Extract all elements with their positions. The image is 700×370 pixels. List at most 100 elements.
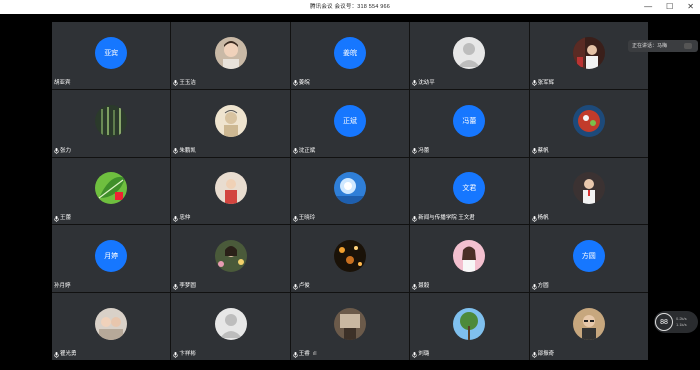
participant-tile[interactable]: 正斌沈正斌 xyxy=(290,89,410,157)
microphone-icon xyxy=(173,148,179,155)
participant-name-row: 王晓玲 xyxy=(292,215,316,222)
participant-name-row: 刘璐 xyxy=(412,351,429,358)
participant-tile[interactable]: 张军辉 xyxy=(529,22,648,89)
microphone-icon xyxy=(173,80,179,87)
participant-name-row: 李梦圆 xyxy=(173,283,196,290)
signal-icon: ıll xyxy=(312,351,317,357)
participant-grid: 亚宾 胡亚宾 王玉洁 姜皖 姜皖 沈幼平 张军辉 张力 朱鹏凯 正斌 沈正斌 冯蕾 冯蕾 蔡帆 王蕾 忠仲 王晓… xyxy=(52,22,648,360)
participant-tile[interactable]: 李梦圆 xyxy=(171,225,290,293)
participant-name-row: 新闻与传播学院 王文君 xyxy=(412,215,475,222)
microphone-icon xyxy=(412,215,417,222)
participant-name: 蔡帆 xyxy=(537,147,549,154)
participant-tile[interactable]: 聂毅 xyxy=(410,225,529,293)
avatar-initials: 方圆 xyxy=(572,240,605,273)
speaking-wave-icon xyxy=(684,43,692,49)
participant-tile[interactable]: 蔡帆 xyxy=(529,89,648,157)
participant-name: 王睿 xyxy=(298,351,310,357)
microphone-icon xyxy=(54,148,59,155)
participant-name: 杨帆 xyxy=(537,215,549,222)
participant-name: 卢俊 xyxy=(298,283,310,290)
avatar-photo xyxy=(214,104,247,137)
microphone-icon xyxy=(54,215,59,222)
avatar-photo xyxy=(572,307,605,340)
avatar-photo xyxy=(333,172,366,205)
participant-tile[interactable]: 王睿 ıll xyxy=(290,293,410,360)
participant-tile[interactable]: 瞿光勇 xyxy=(52,293,171,360)
participant-name: 朱鹏凯 xyxy=(179,147,196,154)
microphone-icon xyxy=(531,148,537,155)
window-title: 腾讯会议 会议号：318 554 966 xyxy=(309,4,391,10)
microphone-icon xyxy=(173,351,179,358)
participant-tile[interactable]: 方圆 方圆 xyxy=(529,225,648,293)
participant-name-row: 孙月婷 xyxy=(54,283,71,290)
avatar-photo xyxy=(333,307,366,340)
participant-name: 邵振奇 xyxy=(537,351,555,357)
participant-tile[interactable]: 王晓玲 xyxy=(290,157,410,225)
close-button[interactable]: ✕ xyxy=(687,0,694,14)
avatar-photo xyxy=(333,240,366,273)
avatar-photo xyxy=(214,172,247,205)
participant-name-row: 卢俊 xyxy=(292,283,310,290)
minimize-button[interactable]: — xyxy=(644,0,652,14)
participant-name: 刘璐 xyxy=(418,351,430,357)
participant-tile[interactable]: 刘璐 xyxy=(410,293,529,360)
participant-name: 王玉洁 xyxy=(179,79,196,86)
avatar-initials: 正斌 xyxy=(333,104,366,137)
participant-name-row: 沈正斌 xyxy=(292,148,315,155)
network-status[interactable]: 88 0.2k/s 1.1k/s xyxy=(654,311,698,333)
participant-name-row: 王玉洁 xyxy=(173,80,196,87)
participant-name: 孙月婷 xyxy=(54,283,71,290)
participant-tile[interactable]: 文君 新闻与传播学院 王文君 xyxy=(410,157,529,225)
avatar-photo xyxy=(572,36,605,69)
microphone-icon xyxy=(531,215,537,222)
microphone-icon xyxy=(54,351,59,358)
participant-name-row: 忠仲 xyxy=(173,215,190,222)
participant-tile[interactable]: 朱鹏凯 xyxy=(171,89,290,157)
participant-name: 张军辉 xyxy=(537,79,555,86)
participant-tile[interactable]: 亚宾 胡亚宾 xyxy=(52,22,171,89)
microphone-icon xyxy=(292,80,298,87)
microphone-icon xyxy=(173,283,179,290)
participant-tile[interactable]: 王玉洁 xyxy=(171,22,290,89)
participant-tile[interactable]: 张力 xyxy=(52,89,171,157)
microphone-icon xyxy=(412,283,417,290)
microphone-icon xyxy=(412,80,417,87)
participant-name: 胡亚宾 xyxy=(54,79,71,86)
speaking-indicator: 正在讲话：马梅 xyxy=(628,40,698,52)
avatar-photo xyxy=(95,307,128,340)
participant-tile[interactable]: 卞祥彬 xyxy=(171,293,290,360)
participant-name-row: 杨帆 xyxy=(531,215,549,222)
participant-name: 沈幼平 xyxy=(418,79,435,86)
microphone-icon xyxy=(173,215,179,222)
participant-name: 王晓玲 xyxy=(298,215,316,222)
avatar-photo xyxy=(95,172,128,205)
participant-tile[interactable]: 月婷 孙月婷 xyxy=(52,225,171,293)
maximize-button[interactable]: ☐ xyxy=(666,0,673,14)
participant-name-row: 卞祥彬 xyxy=(173,351,196,358)
participant-tile[interactable]: 忠仲 xyxy=(171,157,290,225)
participant-tile[interactable]: 沈幼平 xyxy=(410,22,529,89)
participant-name-row: 瞿光勇 xyxy=(54,351,77,358)
participant-tile[interactable]: 姜皖 姜皖 xyxy=(290,22,410,89)
avatar-photo xyxy=(214,240,247,273)
participant-tile[interactable]: 杨帆 xyxy=(529,157,648,225)
participant-name-row: 胡亚宾 xyxy=(54,80,71,87)
participant-name-row: 冯蕾 xyxy=(412,148,429,155)
participant-name: 聂毅 xyxy=(418,283,430,290)
participant-name-row: 张军辉 xyxy=(531,79,555,87)
participant-tile[interactable]: 冯蕾 冯蕾 xyxy=(410,89,529,157)
avatar-photo xyxy=(572,104,605,137)
participant-tile[interactable]: 王蕾 xyxy=(52,157,171,225)
participant-tile[interactable]: 卢俊 xyxy=(290,225,410,293)
participant-name-row: 张力 xyxy=(54,148,71,155)
participant-name-row: 蔡帆 xyxy=(531,147,549,155)
participant-name: 忠仲 xyxy=(179,215,191,222)
avatar-photo xyxy=(214,36,247,69)
participant-name: 方圆 xyxy=(537,283,549,290)
avatar-initials: 姜皖 xyxy=(333,36,366,69)
microphone-icon xyxy=(412,148,417,155)
participant-name-row: 方圆 xyxy=(531,283,549,290)
microphone-icon xyxy=(292,148,298,155)
participant-tile[interactable]: 邵振奇 xyxy=(529,293,648,360)
speaking-label: 正在讲话：马梅 xyxy=(632,43,668,49)
